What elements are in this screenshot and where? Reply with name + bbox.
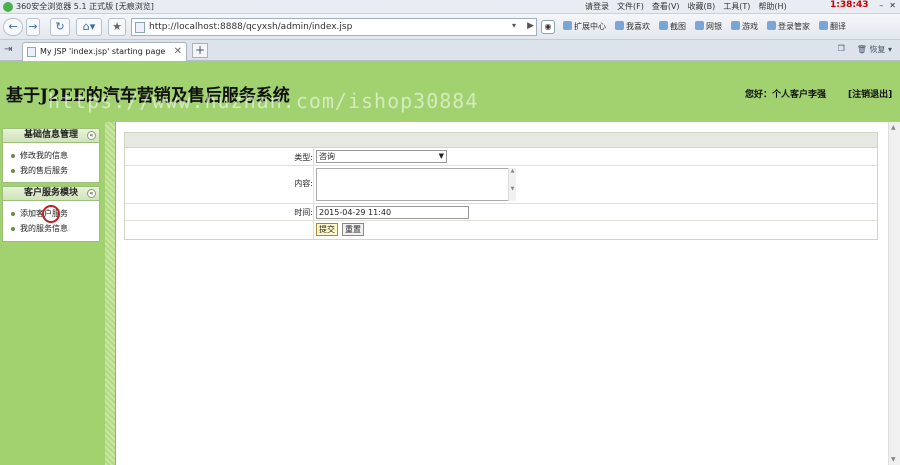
submit-button[interactable]: 提交 xyxy=(316,223,338,236)
toolbar-likes[interactable]: 我喜欢 xyxy=(615,21,650,32)
page-icon xyxy=(27,47,36,57)
window-controls: – ✕ xyxy=(879,1,896,10)
arrow-right-icon: → xyxy=(28,20,38,33)
restore-label: 恢复 xyxy=(869,45,886,54)
menu-login[interactable]: 请登录 xyxy=(585,1,609,12)
forward-button[interactable]: → xyxy=(26,18,40,36)
browser-title-bar: 360安全浏览器 5.1 正式版 [无痕浏览] 请登录 文件(F) 查看(V) … xyxy=(0,0,900,14)
chevron-down-icon: ▼ xyxy=(438,152,444,160)
form-header-bar xyxy=(125,133,877,148)
sidebar-group-basic-info-items: 修改我的信息 我的售后服务 xyxy=(2,143,100,183)
toolbar-bank[interactable]: 网银 xyxy=(695,21,722,32)
toolbar-screenshot[interactable]: 截图 xyxy=(659,21,686,32)
time-label: 时间: xyxy=(294,208,313,217)
page-scrollbar[interactable]: ▲ ▼ xyxy=(888,122,900,465)
toolbar-login-manager[interactable]: 登录管家 xyxy=(767,21,810,32)
menu-favorites[interactable]: 收藏(B) xyxy=(688,1,716,12)
home-button[interactable]: ⌂▾ xyxy=(76,18,102,36)
service-form: 类型: 咨询 ▼ 内容: ▲ ▼ 时间: 2015-04-29 11:40 提交… xyxy=(124,132,878,240)
close-icon[interactable]: ✕ xyxy=(174,46,182,57)
toolbar-extensions[interactable]: 扩展中心 xyxy=(563,21,606,32)
time-cell: 2015-04-29 11:40 xyxy=(313,204,469,220)
trash-icon[interactable]: 🗑 恢复 ▾ xyxy=(857,44,892,55)
favorite-button[interactable]: ★ xyxy=(108,18,126,36)
content-textarea[interactable] xyxy=(316,168,516,201)
form-row-content: 内容: ▲ ▼ xyxy=(125,166,877,204)
type-cell: 咨询 ▼ xyxy=(313,148,447,165)
minimize-icon[interactable]: – xyxy=(879,1,883,10)
buttons-cell: 提交 重置 xyxy=(313,221,364,239)
shield-icon[interactable]: ◉ xyxy=(541,20,555,34)
page-header: 基于J2EE的汽车营销及售后服务系统 https://www.huzhan.co… xyxy=(0,61,900,122)
go-icon[interactable]: ▶ xyxy=(527,21,534,31)
browser-logo-icon xyxy=(3,2,13,12)
form-row-time: 时间: 2015-04-29 11:40 xyxy=(125,204,877,221)
sidebar-toggle-icon[interactable]: ⇥ xyxy=(4,44,12,55)
main-content: 类型: 咨询 ▼ 内容: ▲ ▼ 时间: 2015-04-29 11:40 提交… xyxy=(116,122,900,465)
tab-strip: ⇥ My JSP 'index.jsp' starting page ✕ + ❐… xyxy=(0,40,900,61)
tab-index-page[interactable]: My JSP 'index.jsp' starting page ✕ xyxy=(22,42,187,61)
frame-divider[interactable] xyxy=(105,122,116,465)
scroll-down-icon[interactable]: ▼ xyxy=(891,456,896,463)
chevron-down-icon[interactable]: ▾ xyxy=(512,21,516,30)
browser-nav-bar: ← → ↻ ⌂▾ ★ http://localhost:8888/qcyxsh/… xyxy=(0,14,900,40)
sidebar-item-my-service-info[interactable]: 我的服务信息 xyxy=(3,221,99,236)
type-select-value: 咨询 xyxy=(319,152,335,161)
menu-file[interactable]: 文件(F) xyxy=(617,1,644,12)
menu-tools[interactable]: 工具(T) xyxy=(723,1,750,12)
sidebar-item-edit-info[interactable]: 修改我的信息 xyxy=(3,148,99,163)
time-input[interactable]: 2015-04-29 11:40 xyxy=(316,206,469,219)
sidebar-group-title: 客户服务模块 xyxy=(23,188,78,198)
menu-help[interactable]: 帮助(H) xyxy=(758,1,786,12)
form-row-type: 类型: 咨询 ▼ xyxy=(125,148,877,166)
menu-view[interactable]: 查看(V) xyxy=(652,1,680,12)
refresh-button[interactable]: ↻ xyxy=(50,18,70,36)
content-cell: ▲ ▼ xyxy=(313,166,516,203)
plus-icon: + xyxy=(194,43,206,57)
form-row-buttons: 提交 重置 xyxy=(125,221,877,239)
collapse-icon[interactable]: « xyxy=(87,189,96,198)
page-icon xyxy=(135,22,145,33)
sidebar-group-customer-service[interactable]: 客户服务模块 « xyxy=(2,186,100,201)
sidebar-item-my-after-sales[interactable]: 我的售后服务 xyxy=(3,163,99,178)
type-select[interactable]: 咨询 ▼ xyxy=(316,150,447,163)
star-icon: ★ xyxy=(112,20,122,33)
clock-display: 1:38:43 xyxy=(830,0,869,10)
refresh-icon: ↻ xyxy=(55,20,65,33)
tab-title: My JSP 'index.jsp' starting page xyxy=(40,47,166,56)
watermark-text: https://www.huzhan.com/ishop30884 xyxy=(48,89,479,113)
browser-window-title: 360安全浏览器 5.1 正式版 [无痕浏览] xyxy=(16,2,154,11)
window-list-icon[interactable]: ❐ xyxy=(838,44,845,55)
scroll-up-icon[interactable]: ▲ xyxy=(891,124,896,131)
type-label: 类型: xyxy=(294,153,313,162)
cursor-highlight-icon xyxy=(42,205,60,223)
tab-strip-tools: ❐ 🗑 恢复 ▾ xyxy=(838,44,892,55)
content-label: 内容: xyxy=(294,179,313,188)
sidebar-group-title: 基础信息管理 xyxy=(23,130,78,140)
browser-menu: 请登录 文件(F) 查看(V) 收藏(B) 工具(T) 帮助(H) xyxy=(585,1,787,12)
sidebar-group-basic-info[interactable]: 基础信息管理 « xyxy=(2,128,100,143)
address-url: http://localhost:8888/qcyxsh/admin/index… xyxy=(149,22,353,32)
collapse-icon[interactable]: « xyxy=(87,131,96,140)
home-icon: ⌂▾ xyxy=(82,20,96,33)
toolbar-games[interactable]: 游戏 xyxy=(731,21,758,32)
browser-toolbar-links: 扩展中心 我喜欢 截图 网银 游戏 登录管家 翻译 xyxy=(563,21,846,32)
close-window-icon[interactable]: ✕ xyxy=(889,1,896,10)
reset-button[interactable]: 重置 xyxy=(342,223,364,236)
address-bar[interactable]: http://localhost:8888/qcyxsh/admin/index… xyxy=(131,18,537,36)
arrow-left-icon: ← xyxy=(8,20,18,33)
back-button[interactable]: ← xyxy=(3,18,23,36)
user-greeting: 您好：个人客户李强 xyxy=(745,90,827,100)
toolbar-translate[interactable]: 翻译 xyxy=(819,21,846,32)
logout-link[interactable]: [注销退出] xyxy=(848,87,892,100)
new-tab-button[interactable]: + xyxy=(192,43,208,58)
